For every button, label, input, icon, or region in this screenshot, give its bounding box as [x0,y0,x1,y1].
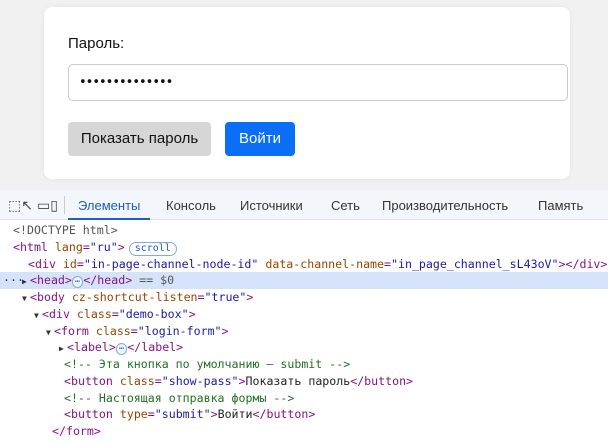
dom-node-line[interactable]: ▼ <div class="demo-box"> [0,306,608,323]
collapse-arrow-icon[interactable]: ▼ [22,290,30,307]
tab-console[interactable]: Консоль [166,190,216,220]
device-toolbar-icon[interactable]: ▭▯ [37,197,58,213]
collapsed-content-badge[interactable]: ⋯ [71,276,84,289]
dom-token: = [76,256,84,271]
tab-performance[interactable]: Производительность [382,190,508,220]
dom-token: <div [42,306,70,321]
dom-token: "ru" [89,239,118,254]
node-actions-icon[interactable]: ··· [3,272,24,289]
tab-network[interactable]: Сеть [331,190,360,220]
dom-token: <form [54,323,89,338]
dom-token: "in_page_channel_sL43oV" [391,256,559,271]
password-input[interactable]: •••••••••••••• [68,64,568,101]
dom-token: type [112,407,148,422]
dom-token: "in-page-channel-node-id" [83,256,259,271]
scroll-badge[interactable]: scroll [128,241,177,256]
dom-token: = [82,239,90,254]
dom-node-line[interactable]: </form> [0,423,608,440]
dom-token: Войти [217,407,253,422]
tab-sources[interactable]: Источники [240,190,303,220]
dom-token: ></div> [558,256,608,271]
dom-token: <label> [67,340,116,355]
dom-token: = [197,290,205,304]
dom-token: > [238,373,246,388]
dom-node-line[interactable]: <div id="in-page-channel-node-id" data-c… [0,256,608,273]
dom-token: </form> [52,424,101,438]
dom-node-line[interactable]: ▼ <form class="login-form"> [0,323,608,340]
dom-token: <!-- Настоящая отправка формы --> [64,390,295,405]
dom-token: cz-shortcut-listen [64,290,198,304]
password-label: Пароль: [68,35,125,52]
dom-token: = [130,323,138,338]
dom-node-line[interactable]: ▶ <label> ⋯ </label> [0,339,608,356]
dom-token: "demo-box" [118,306,189,321]
submit-button[interactable]: Войти [225,122,295,156]
dom-token: lang [47,239,83,254]
dom-token: > [221,323,229,338]
tab-memory[interactable]: Память [538,190,583,220]
dom-node-line[interactable]: ··· ▶ <head> ⋯ </head> == $0 [0,272,608,290]
page-area: Пароль: •••••••••••••• Показать пароль В… [0,0,608,190]
dom-token: <div [28,256,56,271]
dom-token: class [69,306,112,321]
dom-token: = [147,407,155,422]
dom-node-line[interactable]: <html lang="ru"> scroll [0,239,608,256]
dom-token: "submit" [154,407,211,422]
dom-token: Показать пароль [245,373,351,388]
dom-token: > [117,239,125,254]
dom-token: <button [64,407,113,422]
show-password-button[interactable]: Показать пароль [68,122,211,156]
dom-node-line[interactable]: <!-- Эта кнопка по умолчанию – submit --… [0,356,608,373]
dom-token: = [154,373,162,388]
dom-token: <html [13,239,48,254]
tab-elements[interactable]: Элементы [68,190,151,220]
dom-token: class [88,323,131,338]
dom-token: class [112,373,155,388]
dom-token: > [210,407,218,422]
dom-token: id [55,256,77,271]
dom-token: <!DOCTYPE html> [13,223,118,237]
dom-token: = [111,306,119,321]
devtools-toolbar: ⬚↖ ▭▯ Элементы Консоль Источники Сеть Пр… [0,190,608,220]
dom-token: </label> [127,340,184,355]
inspect-element-icon[interactable]: ⬚↖ [8,197,33,213]
dom-token: == $0 [132,273,175,288]
dom-token: "true" [204,290,247,304]
dom-node-line[interactable]: <button class="show-pass">Показать парол… [0,373,608,390]
dom-token: <body [30,290,65,304]
collapse-arrow-icon[interactable]: ▼ [34,307,42,324]
dom-node-line[interactable]: <!DOCTYPE html> [0,222,608,239]
dom-token: = [384,256,391,271]
expand-arrow-icon[interactable]: ▶ [59,340,67,357]
collapsed-content-badge[interactable]: ⋯ [115,343,128,356]
dom-token: > [246,290,254,304]
dom-token: <head> [30,273,72,288]
dom-node-line[interactable]: <!-- Настоящая отправка формы --> [0,390,608,407]
dom-token: </button> [252,407,316,422]
dom-token: </head> [83,273,133,288]
dom-token: <button [64,373,113,388]
dom-token: data-channel-name [258,256,385,271]
dom-token: "login-form" [137,323,222,338]
dom-token: <!-- Эта кнопка по умолчанию – submit --… [64,357,351,371]
dom-node-line[interactable]: ▼ <body cz-shortcut-listen="true"> [0,289,608,306]
divider [64,196,65,214]
dom-token: > [188,306,196,321]
dom-token: </button> [350,373,414,388]
dom-node-line[interactable]: <button type="submit">Войти</button> [0,406,608,423]
dom-token: "show-pass" [161,373,239,388]
collapse-arrow-icon[interactable]: ▼ [46,324,54,341]
